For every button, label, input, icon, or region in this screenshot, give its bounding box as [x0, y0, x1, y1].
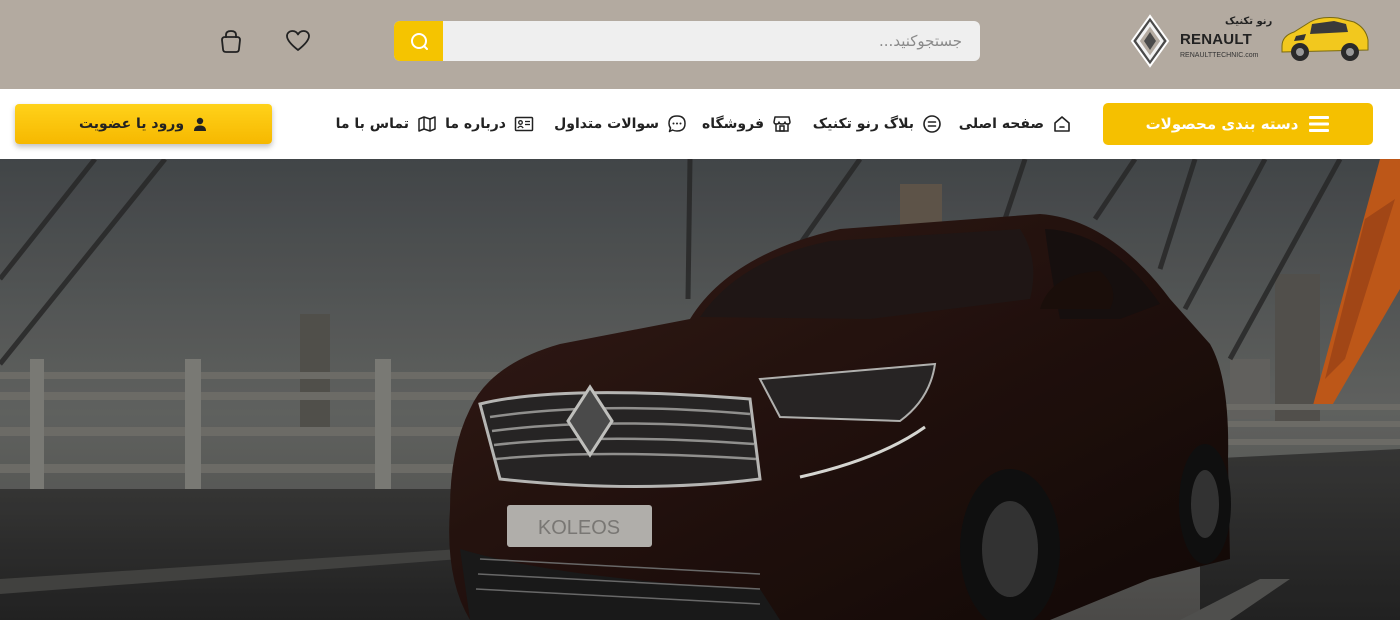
hero-car-image: KOLEOS	[0, 159, 1400, 620]
nav-item-contact-label: تماس با ما	[335, 116, 409, 132]
id-card-icon	[514, 116, 534, 132]
wishlist-button[interactable]	[284, 27, 312, 55]
nav-item-faq-label: سوالات متداول	[554, 116, 659, 132]
search-button[interactable]	[394, 21, 443, 61]
home-icon	[1054, 116, 1070, 132]
shopping-bag-icon	[221, 30, 241, 53]
logo-car-image	[1281, 17, 1369, 61]
renault-diamond-icon	[1130, 14, 1170, 68]
store-icon	[773, 116, 791, 132]
heart-icon	[286, 30, 310, 51]
nav-item-home[interactable]: صفحه اصلی	[959, 113, 1072, 135]
main-navbar: دسته بندی محصولات صفحه اصلی بلاگ رنو تکن…	[0, 89, 1400, 159]
nav-item-blog-label: بلاگ رنو تکنیک	[812, 116, 914, 132]
nav-item-shop[interactable]: فروشگاه	[702, 113, 792, 135]
user-icon	[194, 117, 207, 131]
categories-button[interactable]: دسته بندی محصولات	[1103, 103, 1373, 145]
nav-item-shop-label: فروشگاه	[701, 116, 764, 132]
login-register-button[interactable]: ورود یا عضویت	[15, 104, 272, 144]
categories-button-label: دسته بندی محصولات	[1145, 115, 1299, 133]
login-button-label: ورود یا عضویت	[78, 116, 185, 132]
blog-icon	[923, 115, 941, 133]
search-input[interactable]	[443, 21, 980, 61]
logo-persian-text: رنو تکنیک	[1225, 16, 1273, 27]
nav-item-home-label: صفحه اصلی	[958, 116, 1044, 132]
site-logo[interactable]: رنو تکنیک RENAULT RENAULTTECHNIC.com	[1128, 10, 1374, 72]
nav-item-blog[interactable]: بلاگ رنو تکنیک	[813, 113, 942, 135]
search-icon	[410, 33, 428, 50]
search-bar	[394, 21, 980, 61]
nav-item-about[interactable]: درباره ما	[445, 113, 534, 135]
logo-url-text: RENAULTTECHNIC.com	[1180, 52, 1259, 59]
chat-bubble-icon	[668, 115, 686, 133]
nav-item-faq[interactable]: سوالات متداول	[554, 113, 687, 135]
nav-item-contact[interactable]: تماس با ما	[336, 113, 437, 135]
logo-brand-text: RENAULT	[1180, 31, 1252, 48]
top-header: رنو تکنیک RENAULT RENAULTTECHNIC.com	[0, 0, 1400, 89]
nav-item-about-label: درباره ما	[445, 116, 506, 132]
cart-button[interactable]	[217, 27, 245, 55]
hero-banner[interactable]: KOLEOS	[0, 159, 1400, 620]
hamburger-menu-icon	[1309, 116, 1330, 132]
map-icon	[418, 116, 436, 132]
